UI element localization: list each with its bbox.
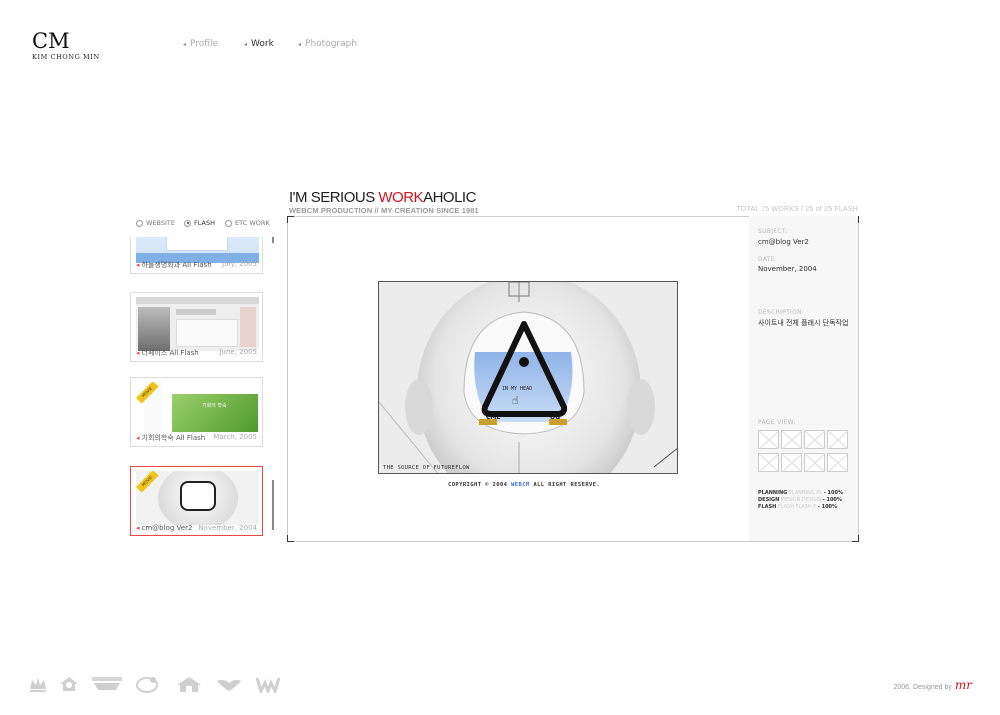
- works-scrollbar[interactable]: [272, 237, 274, 537]
- nav-work[interactable]: ◂ Work: [244, 39, 274, 49]
- work-date: July, 2005: [222, 260, 257, 268]
- radio-checked-icon: [184, 219, 191, 227]
- logo[interactable]: CM KIM CHONG MIN: [32, 29, 100, 62]
- work-item[interactable]: ◂ 더페이스 All Flash June, 2005: [130, 292, 263, 362]
- arrow-left-icon: ◂: [183, 41, 187, 48]
- thumb-text: [176, 309, 216, 315]
- work-date: November, 2004: [198, 524, 257, 532]
- credit-planning: PLANNING PLANNING PL - 100%: [758, 490, 843, 496]
- scrollbar-top: [272, 237, 274, 243]
- bullet-icon: ◂: [136, 524, 140, 532]
- pageview-cell[interactable]: [781, 453, 802, 472]
- radio-icon: [136, 219, 143, 227]
- scrollbar-thumb[interactable]: [272, 480, 274, 530]
- bullet-icon: ◂: [136, 261, 140, 269]
- work-preview[interactable]: IN MY HEAD ☝ CML OG THE SOURCE OF FUTURE…: [378, 281, 678, 474]
- arrow-left-icon: ◂: [298, 41, 302, 48]
- credit-flash: FLASH FLASH FLASH F - 100%: [758, 504, 838, 510]
- designer-signature[interactable]: mr: [955, 678, 972, 692]
- filter-etc-work[interactable]: ETC WORK: [225, 219, 270, 227]
- preview-label-og: OG: [550, 414, 561, 421]
- work-title: 기회의학숙 All Flash: [141, 434, 206, 442]
- work-title: cm@blog Ver2: [141, 524, 193, 532]
- work-thumbnail: MOVIE 기회의 학숙: [136, 382, 259, 436]
- corner-mark: [287, 535, 294, 542]
- pageview-cell[interactable]: [804, 430, 825, 449]
- hand-cursor-icon: ☝: [512, 394, 519, 407]
- title-main: I'M SERIOUS WORKAHOLIC: [289, 189, 476, 206]
- home-award-icon[interactable]: [176, 675, 202, 693]
- work-thumbnail: [136, 297, 259, 351]
- pageview-cell[interactable]: [827, 430, 848, 449]
- pageview-cell[interactable]: [827, 453, 848, 472]
- thumb-person: [138, 307, 170, 351]
- thumb-banner: [166, 237, 228, 251]
- date-value: November, 2004: [758, 265, 817, 273]
- credit-design: DESIGN DESIGN DESIGN - 100%: [758, 497, 842, 503]
- pageview-label: PAGE VIEW:: [758, 419, 796, 426]
- description-value: 사이트내 전체 플래시 단독작업: [758, 319, 849, 327]
- date-label: DATE:: [758, 256, 778, 263]
- filter-flash[interactable]: FLASH: [184, 219, 215, 227]
- title-sub: WEBCM PRODUCTION // MY CREATION SINCE 19…: [289, 206, 479, 215]
- logo-name: KIM CHONG MIN: [32, 53, 100, 61]
- preview-label-head: IN MY HEAD: [502, 386, 533, 392]
- work-title: 하늘생명화과 All Flash: [141, 261, 212, 269]
- thumb-topbar: [136, 297, 259, 304]
- work-item[interactable]: MOVIE 기회의 학숙 ◂ 기회의학숙 All Flash March, 2005: [130, 377, 263, 447]
- work-thumbnail: MOVIE: [136, 471, 259, 525]
- thumb-panel: [176, 319, 238, 347]
- preview-illustration: [379, 282, 677, 473]
- nav-photograph[interactable]: ◂ Photograph: [298, 39, 357, 49]
- arrow-left-icon: ◂: [244, 41, 248, 48]
- winged-emblem-icon[interactable]: [216, 675, 242, 693]
- nav-profile[interactable]: ◂ Profile: [183, 39, 218, 49]
- work-date: March, 2005: [213, 433, 257, 441]
- radio-icon: [225, 219, 232, 227]
- bullet-icon: ◂: [136, 434, 140, 442]
- filter-website[interactable]: WEBSITE: [136, 219, 175, 227]
- house-emblem-icon[interactable]: [58, 675, 80, 693]
- works-list[interactable]: ◂ 하늘생명화과 All Flash July, 2005 ◂ 더페이스 All Fl…: [130, 237, 268, 539]
- description-label: DESCRIPTION:: [758, 309, 805, 316]
- thumb-triangle: [180, 481, 216, 511]
- preview-label-cml: CML: [486, 414, 501, 421]
- pageview-cell[interactable]: [758, 453, 779, 472]
- preview-copyright: COPYRIGHT © 2004 WEBCM ALL RIGHT RESERVE…: [448, 482, 601, 488]
- subject-label: SUBJECT:: [758, 228, 788, 235]
- pageview-cell[interactable]: [804, 453, 825, 472]
- mp3-award-icon[interactable]: [136, 675, 158, 693]
- movie-badge: MOVIE: [136, 471, 159, 493]
- work-title: 더페이스 All Flash: [141, 349, 199, 357]
- nominate-award-icon[interactable]: [90, 675, 124, 693]
- thumb-sidebar: [240, 307, 256, 347]
- pageview-cell[interactable]: [781, 430, 802, 449]
- preview-caption: THE SOURCE OF FUTUREFLOW: [383, 465, 470, 471]
- work-item-selected[interactable]: MOVIE ◂ cm@blog Ver2 November, 2004: [130, 466, 263, 536]
- pageview-cell[interactable]: [758, 430, 779, 449]
- w-award-icon[interactable]: [256, 675, 280, 693]
- subject-value: cm@blog Ver2: [758, 238, 809, 246]
- thumb-forest: 기회의 학숙: [172, 394, 258, 432]
- crown-icon[interactable]: [28, 675, 48, 693]
- work-date: June, 2005: [219, 348, 257, 356]
- page-title: I'M SERIOUS WORKAHOLIC WEBCM PRODUCTION …: [289, 190, 479, 215]
- work-item[interactable]: ◂ 하늘생명화과 All Flash July, 2005: [130, 237, 263, 274]
- works-count: TOTAL 75 WORKS / 25 of 25 FLASH: [736, 206, 858, 213]
- work-details: SUBJECT: cm@blog Ver2 DATE: November, 20…: [749, 216, 858, 541]
- bullet-icon: ◂: [136, 349, 140, 357]
- footer-credit: 2006, Designed by mr: [893, 678, 972, 692]
- corner-mark: [287, 216, 294, 223]
- logo-mark: CM: [32, 29, 70, 53]
